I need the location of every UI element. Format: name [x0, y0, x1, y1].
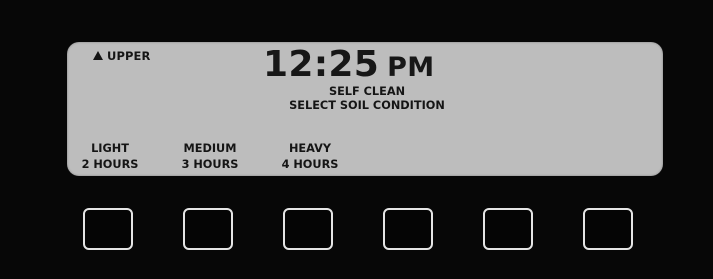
soft-key-4[interactable]: [383, 208, 433, 250]
soft-key-6[interactable]: [583, 208, 633, 250]
oven-control-panel: UPPER 12:25 PM SELF CLEAN SELECT SOIL CON…: [0, 0, 713, 279]
soft-key-light[interactable]: [83, 208, 133, 250]
soft-key-medium[interactable]: [183, 208, 233, 250]
soft-key-heavy[interactable]: [283, 208, 333, 250]
soft-key-5[interactable]: [483, 208, 533, 250]
soft-key-row: [0, 0, 713, 279]
